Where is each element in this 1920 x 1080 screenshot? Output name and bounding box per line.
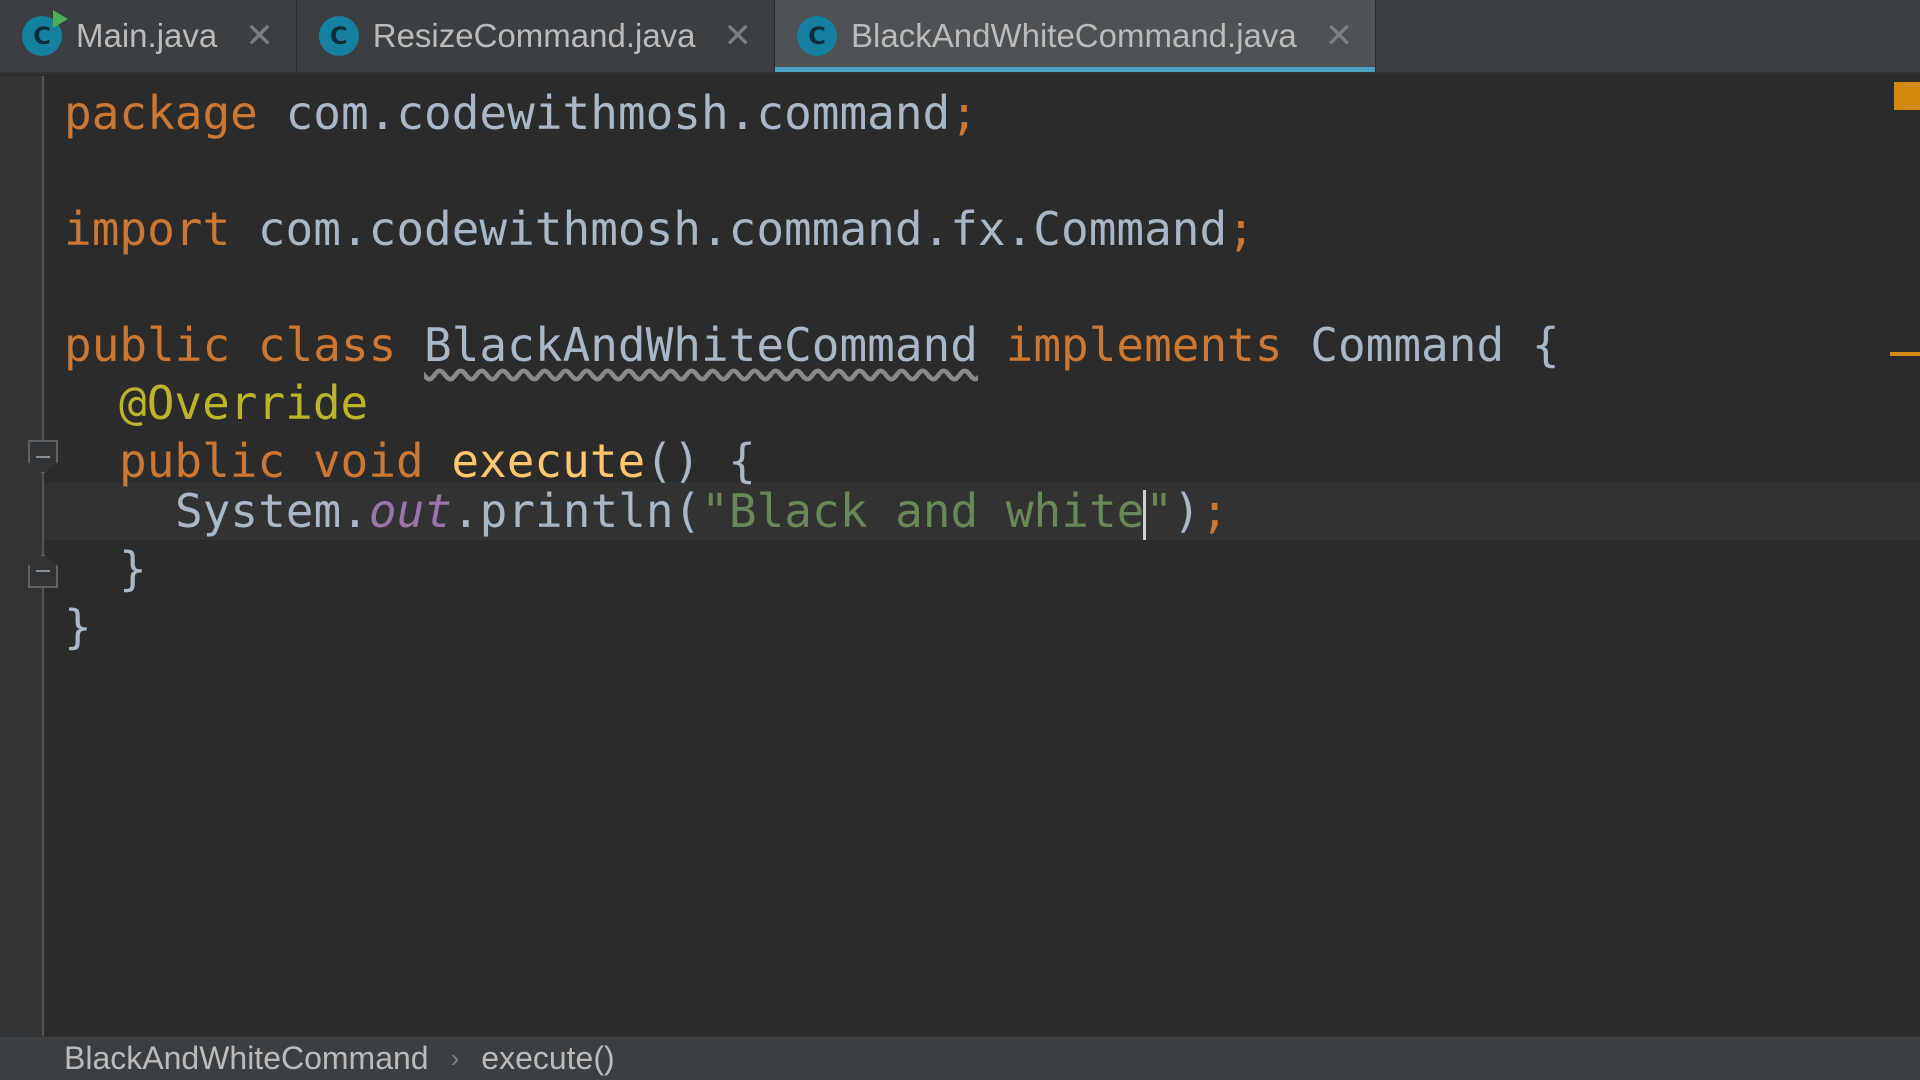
run-badge-icon (53, 10, 68, 28)
class-run-icon: C (22, 10, 68, 56)
tab-label: BlackAndWhiteCommand.java (851, 17, 1297, 54)
editor-gutter (0, 76, 44, 1036)
tab-black-and-white-command-java[interactable]: C BlackAndWhiteCommand.java ✕ (775, 0, 1377, 72)
breadcrumb-class[interactable]: BlackAndWhiteCommand (64, 1040, 429, 1077)
code-line-6: @Override (119, 376, 369, 430)
class-icon: C (318, 16, 359, 56)
unused-class-name: BlackAndWhiteCommand (424, 318, 978, 372)
code-line-5: public class BlackAndWhiteCommand implem… (64, 318, 1560, 372)
code-line-1: package com.codewithmosh.command; (64, 86, 978, 140)
breadcrumb: BlackAndWhiteCommand › execute() (0, 1036, 1920, 1080)
code-area[interactable]: package com.codewithmosh.command; import… (64, 76, 1880, 994)
close-icon[interactable]: ✕ (724, 19, 753, 53)
ide-window: C Main.java ✕ C ResizeCommand.java ✕ C B… (0, 0, 1920, 1080)
editor-tab-bar: C Main.java ✕ C ResizeCommand.java ✕ C B… (0, 0, 1920, 74)
tab-main-java[interactable]: C Main.java ✕ (0, 0, 297, 72)
error-stripe-marker[interactable] (1890, 352, 1920, 356)
tab-resize-command-java[interactable]: C ResizeCommand.java ✕ (297, 0, 776, 72)
tab-label: Main.java (76, 17, 218, 54)
close-icon[interactable]: ✕ (1325, 19, 1354, 53)
code-line-3: import com.codewithmosh.command.fx.Comma… (64, 202, 1255, 256)
breadcrumb-method[interactable]: execute() (481, 1040, 614, 1077)
code-line-10: } (64, 600, 92, 654)
code-line-8: System.out.println("Black and white"); (175, 484, 1229, 540)
close-icon[interactable]: ✕ (245, 19, 274, 53)
code-line-9: } (119, 542, 147, 596)
class-icon: C (797, 16, 838, 56)
chevron-right-icon: › (450, 1043, 460, 1073)
tab-label: ResizeCommand.java (372, 17, 696, 54)
code-editor[interactable]: package com.codewithmosh.command; import… (0, 76, 1920, 1036)
inspection-warning-icon[interactable] (1894, 82, 1920, 110)
